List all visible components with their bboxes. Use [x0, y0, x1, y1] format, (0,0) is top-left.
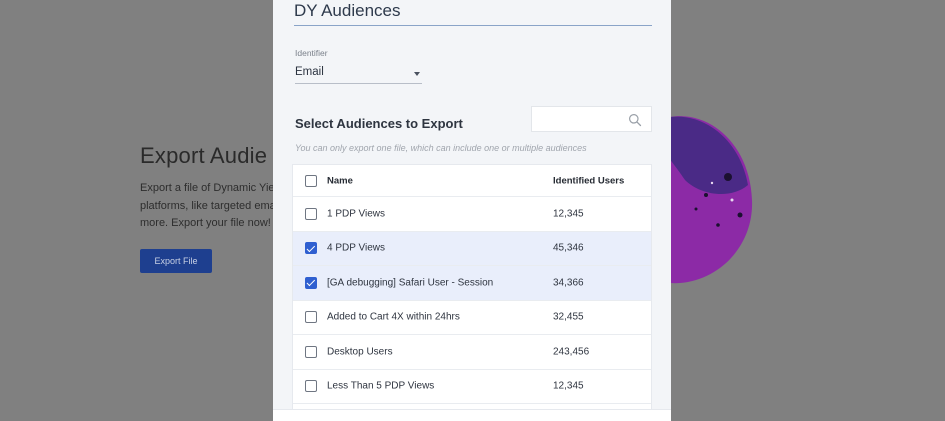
export-file-button[interactable]: Export File [140, 249, 212, 273]
identifier-value: Email [295, 66, 324, 78]
caret-down-icon [414, 72, 420, 76]
background-description: Export a file of Dynamic Yie platforms, … [140, 180, 285, 233]
audience-name: Desktop Users [327, 346, 393, 358]
identified-users-count: 32,455 [553, 311, 584, 323]
section-title: Select Audiences to Export [295, 116, 463, 131]
table-header-row: Name Identified Users [293, 165, 651, 197]
table-row[interactable]: [GA debugging] Safari User - Session 34,… [293, 266, 651, 301]
audiences-table: Name Identified Users 1 PDP Views 12,345… [292, 164, 652, 421]
row-checkbox[interactable] [305, 276, 317, 289]
dy-audiences-modal: DY Audiences Identifier Email Select Aud… [273, 0, 671, 421]
identified-users-count: 12,345 [553, 208, 584, 220]
table-row[interactable]: Less Than 5 PDP Views 12,345 [293, 369, 651, 404]
row-checkbox[interactable] [305, 242, 317, 255]
select-all-checkbox[interactable] [305, 174, 317, 187]
table-row[interactable]: Desktop Users 243,456 [293, 335, 651, 370]
audience-name: [GA debugging] Safari User - Session [327, 277, 494, 289]
identified-users-count: 45,346 [553, 242, 584, 254]
search-input[interactable] [531, 106, 652, 132]
export-hint: You can only export one file, which can … [295, 143, 587, 153]
table-row[interactable]: 4 PDP Views 45,346 [293, 231, 651, 266]
column-header-name: Name [327, 175, 353, 186]
identified-users-count: 12,345 [553, 380, 584, 392]
identifier-select[interactable]: Email [295, 64, 422, 84]
row-checkbox[interactable] [305, 345, 317, 358]
row-checkbox[interactable] [305, 311, 317, 324]
audience-name: 1 PDP Views [327, 208, 385, 220]
identified-users-count: 243,456 [553, 346, 590, 358]
table-row[interactable]: 1 PDP Views 12,345 [293, 197, 651, 232]
background-description-line: platforms, like targeted ema [140, 199, 276, 212]
audience-name: Less Than 5 PDP Views [327, 380, 435, 392]
table-row[interactable]: Added to Cart 4X within 24hrs 32,455 [293, 300, 651, 335]
background-description-line: more. Export your file now! [140, 217, 271, 229]
modal-footer [273, 409, 671, 421]
row-checkbox[interactable] [305, 207, 317, 220]
search-icon [629, 114, 642, 127]
modal-title-field: DY Audiences [294, 0, 652, 26]
row-checkbox[interactable] [305, 380, 317, 393]
audience-name: 4 PDP Views [327, 242, 385, 254]
modal-title: DY Audiences [294, 1, 401, 20]
column-header-identified-users: Identified Users [553, 175, 625, 186]
background-title: Export Audie [140, 143, 268, 168]
background-description-line: Export a file of Dynamic Yie [140, 182, 275, 194]
audience-name: Added to Cart 4X within 24hrs [327, 311, 460, 323]
identifier-label: Identifier [295, 48, 328, 58]
identified-users-count: 34,366 [553, 277, 584, 289]
